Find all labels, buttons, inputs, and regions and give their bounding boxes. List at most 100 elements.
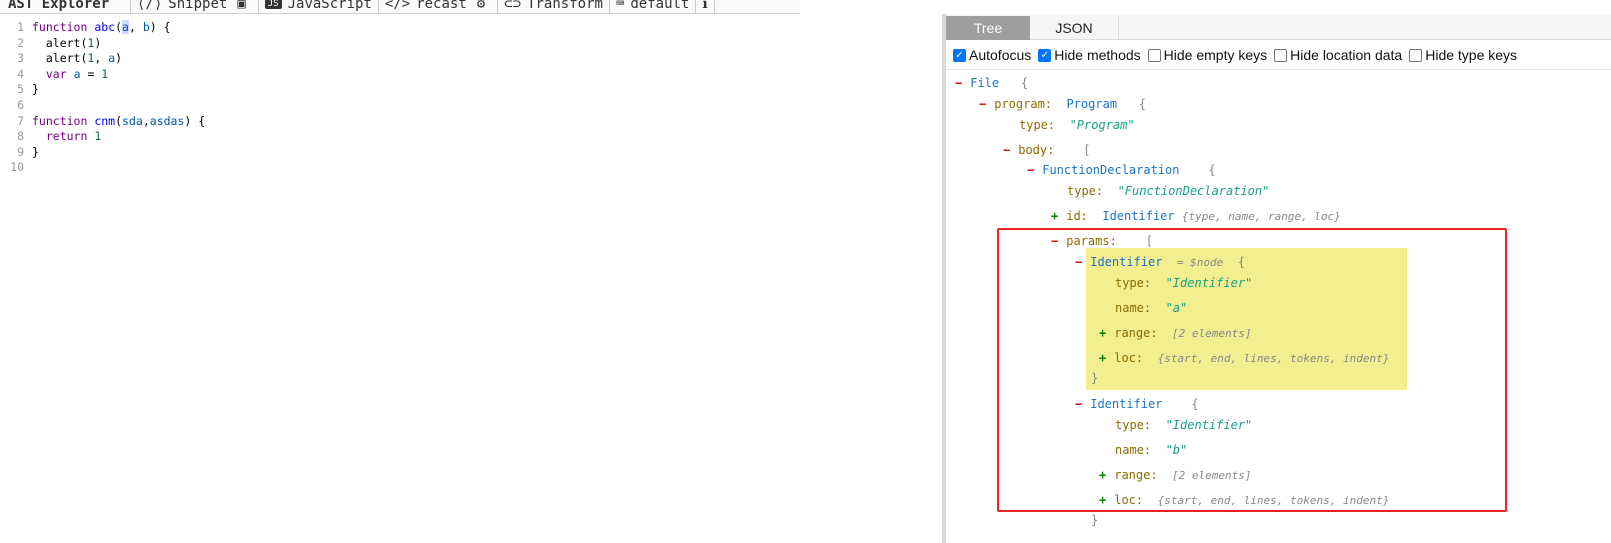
line-code[interactable]: function cnm(sda,asdas) { xyxy=(32,113,205,129)
prop-key: type: xyxy=(1019,118,1056,132)
checkbox[interactable]: ✓ xyxy=(953,48,966,62)
code-line[interactable]: 8 return 1 xyxy=(0,128,942,144)
snippet-label: Snippet xyxy=(168,0,228,12)
line-code[interactable]: return 1 xyxy=(32,128,101,144)
line-number: 9 xyxy=(17,144,24,159)
tree-options: ✓ Autofocus ✓ Hide methods Hide empty keys Hi… xyxy=(946,42,1611,68)
line-number: 2 xyxy=(17,35,24,50)
option-label: Autofocus xyxy=(969,47,1032,63)
node-key: id: xyxy=(1066,209,1088,223)
line-number: 3 xyxy=(17,51,24,66)
code-file-icon: ⟨/⟩ xyxy=(137,0,163,12)
option-label: Hide location data xyxy=(1290,47,1403,63)
tree-node-function-declaration[interactable]: − FunctionDeclaration { xyxy=(1027,162,1216,178)
option-label: Hide empty keys xyxy=(1163,47,1268,63)
app-title: AST Explorer xyxy=(0,0,131,14)
option-label: Hide methods xyxy=(1054,47,1141,63)
ast-output-panel: Tree JSON ✓ Autofocus ✓ Hide methods Hide em… xyxy=(946,14,1611,543)
code-icon: </> xyxy=(384,0,411,12)
keymap-button[interactable]: ⌨ default xyxy=(610,0,697,14)
open-brace: { xyxy=(1208,163,1216,177)
top-toolbar: AST Explorer ⟨/⟩ Snippet ▣ JS JavaScript… xyxy=(0,0,800,14)
checkbox[interactable]: ✓ xyxy=(1038,48,1052,62)
tab-json[interactable]: JSON xyxy=(1030,16,1119,40)
tree-node-id[interactable]: + id: Identifier {type, name, range, loc} xyxy=(1051,208,1341,224)
parser-button[interactable]: </> recast ⚙ xyxy=(379,0,499,14)
snippet-button[interactable]: ⟨/⟩ Snippet ▣ xyxy=(131,0,259,14)
code-line[interactable]: 6 xyxy=(0,97,942,113)
transform-icon: ⊂⊃ xyxy=(504,0,522,12)
language-label: JavaScript xyxy=(287,0,372,12)
code-line[interactable]: 10 xyxy=(0,159,942,175)
line-number: 10 xyxy=(10,160,24,175)
option-hide-empty-keys[interactable]: Hide empty keys xyxy=(1147,47,1268,63)
option-hide-type-keys[interactable]: Hide type keys xyxy=(1409,47,1517,63)
line-number: 6 xyxy=(17,98,24,112)
code-line[interactable]: 2 alert(1) xyxy=(0,35,942,51)
code-editor[interactable]: 1 function abc(a, b) {2 alert(1) 3 alert(1… xyxy=(0,14,942,543)
option-hide-location-data[interactable]: Hide location data xyxy=(1274,47,1402,63)
tab-tree[interactable]: Tree xyxy=(946,16,1030,40)
open-brace: { xyxy=(1138,97,1146,111)
option-hide-methods[interactable]: ✓ Hide methods xyxy=(1038,47,1141,63)
checkbox[interactable] xyxy=(1274,48,1288,62)
open-bracket: [ xyxy=(1083,143,1091,157)
line-code[interactable]: var a = 1 xyxy=(32,66,108,82)
js-icon: JS xyxy=(264,0,282,9)
option-autofocus[interactable]: ✓ Autofocus xyxy=(953,47,1031,63)
info-icon: ℹ xyxy=(702,0,708,12)
line-code[interactable]: } xyxy=(32,144,39,160)
prop-key: type: xyxy=(1067,184,1104,198)
node-summary: {type, name, range, loc} xyxy=(1181,210,1341,223)
line-number: 8 xyxy=(17,129,24,144)
transform-button[interactable]: ⊂⊃ Transform xyxy=(498,0,610,14)
collapse-toggle[interactable]: − xyxy=(1027,163,1034,177)
checkbox[interactable] xyxy=(1147,48,1161,62)
code-line[interactable]: 7 function cnm(sda,asdas) { xyxy=(0,113,942,129)
node-type: Program xyxy=(1066,97,1118,111)
code-line[interactable]: 4 var a = 1 xyxy=(0,66,942,82)
prop-value: "Program" xyxy=(1069,118,1135,132)
keyboard-icon: ⌨ xyxy=(615,0,625,12)
language-button[interactable]: JS JavaScript xyxy=(259,0,379,14)
line-code[interactable]: alert(1) xyxy=(32,35,101,51)
checkbox[interactable] xyxy=(1409,48,1423,62)
help-button[interactable]: ℹ xyxy=(696,0,715,14)
option-label: Hide type keys xyxy=(1425,47,1518,63)
parser-label: recast xyxy=(416,0,467,12)
collapse-toggle[interactable]: − xyxy=(979,97,986,111)
save-icon[interactable]: ▣ xyxy=(237,0,245,12)
gear-icon[interactable]: ⚙ xyxy=(477,0,485,12)
tree-node-body[interactable]: − body: [ xyxy=(1003,142,1091,158)
node-type: File xyxy=(970,76,1000,90)
line-number: 7 xyxy=(17,113,24,128)
node-key: program: xyxy=(994,97,1053,111)
node-type: FunctionDeclaration xyxy=(1042,163,1180,177)
line-number: 5 xyxy=(17,82,24,97)
collapse-toggle[interactable]: − xyxy=(955,76,962,90)
code-line[interactable]: 3 alert(1, a) xyxy=(0,50,942,66)
output-tabs: Tree JSON xyxy=(946,14,1611,40)
tree-node-program[interactable]: − program: Program { xyxy=(979,96,1146,112)
code-line[interactable]: 5} xyxy=(0,81,942,97)
close-brace: } xyxy=(1091,513,1099,527)
collapse-toggle[interactable]: − xyxy=(1003,143,1010,157)
line-code[interactable]: function abc(a, b) { xyxy=(32,19,171,35)
code-line[interactable]: 9} xyxy=(0,144,942,160)
tree-prop-type: type: "FunctionDeclaration" xyxy=(1067,183,1269,199)
line-number: 4 xyxy=(17,66,24,81)
prop-value: "FunctionDeclaration" xyxy=(1117,184,1270,198)
tree-node-file[interactable]: − File { xyxy=(955,75,1028,91)
tree-prop-type: type: "Program" xyxy=(1019,117,1135,133)
annotation-box xyxy=(997,228,1507,512)
code-line[interactable]: 1 function abc(a, b) { xyxy=(0,19,942,35)
line-number: 1 xyxy=(17,20,24,34)
keymap-label: default xyxy=(630,0,690,12)
expand-toggle[interactable]: + xyxy=(1051,209,1058,223)
line-code[interactable]: } xyxy=(32,81,39,97)
node-type: Identifier xyxy=(1102,209,1175,223)
divider xyxy=(946,69,1611,70)
node-key: body: xyxy=(1018,143,1055,157)
transform-label: Transform xyxy=(527,0,603,12)
line-code[interactable]: alert(1, a) xyxy=(32,50,122,66)
